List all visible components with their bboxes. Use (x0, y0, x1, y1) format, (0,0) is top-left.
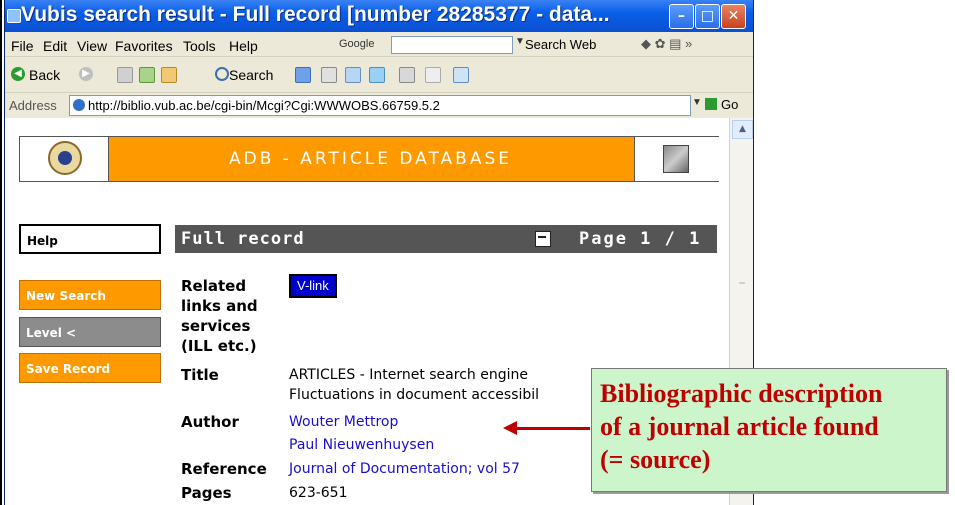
author-label: Author (181, 413, 239, 431)
menu-view[interactable]: View (77, 38, 107, 54)
toolbar-overflow-icon[interactable]: ◆ ✿ ▤ » (641, 36, 692, 52)
favorites-icon[interactable] (295, 67, 311, 83)
annotation-arrow-line (515, 427, 590, 430)
menu-favorites[interactable]: Favorites (115, 38, 173, 54)
site-header: ADB - ARTICLE DATABASE (19, 136, 719, 182)
back-arrow-icon[interactable]: ◀ (11, 67, 25, 81)
annotation-callout: Bibliographic description of a journal a… (591, 368, 947, 492)
media-icon[interactable] (321, 67, 337, 83)
page-indicator: Page 1 / 1 (579, 229, 702, 249)
google-search-input[interactable] (391, 36, 513, 54)
menu-tools[interactable]: Tools (183, 38, 216, 54)
author-link-2[interactable]: Paul Nieuwenhuysen (289, 435, 434, 455)
seal-icon (48, 141, 82, 175)
search-button[interactable]: Search (229, 67, 273, 83)
menu-help[interactable]: Help (229, 38, 258, 54)
chevron-down-icon[interactable]: ▼ (515, 36, 525, 47)
go-arrow-icon[interactable] (705, 98, 717, 110)
address-bar: Address http://biblio.vub.ac.be/cgi-bin/… (5, 93, 753, 117)
books-icon (663, 145, 689, 173)
forward-arrow-icon[interactable]: ▶ (79, 67, 93, 81)
callout-line-2: of a journal article found (600, 412, 879, 441)
stop-icon[interactable] (117, 67, 133, 83)
refresh-icon[interactable] (139, 67, 155, 83)
chevron-down-icon[interactable]: ▼ (692, 97, 702, 108)
scroll-up-icon[interactable]: ▲ (732, 120, 753, 139)
maximize-button[interactable]: □ (695, 4, 720, 29)
title-bar: Vubis search result - Full record [numbe… (5, 0, 753, 32)
pages-value: 623-651 (289, 485, 348, 501)
callout-line-3: (= source) (600, 445, 711, 474)
print-icon[interactable] (535, 231, 551, 247)
minimize-button[interactable]: – (669, 4, 694, 29)
history-icon[interactable] (345, 67, 361, 83)
annotation-arrow-icon (503, 421, 517, 435)
ie-icon (7, 9, 21, 23)
save-record-button[interactable]: Save Record (19, 353, 161, 383)
search-icon[interactable] (215, 67, 229, 81)
print-icon[interactable] (399, 67, 415, 83)
left-border (0, 0, 2, 505)
search-web-button[interactable]: Search Web (525, 37, 596, 52)
menu-edit[interactable]: Edit (43, 38, 67, 54)
menu-bar: File Edit View Favorites Tools Help Goog… (5, 32, 753, 57)
menu-file[interactable]: File (11, 38, 34, 54)
reference-label: Reference (181, 460, 267, 478)
library-logo (634, 137, 719, 181)
window-title: Vubis search result - Full record [numbe… (21, 3, 610, 26)
title-value: ARTICLES - Internet search engine Fluctu… (289, 367, 540, 403)
university-logo (20, 137, 109, 181)
author-link-1[interactable]: Wouter Mettrop (289, 412, 398, 432)
help-button[interactable]: Help (19, 224, 161, 254)
level-up-button[interactable]: Level < (19, 317, 161, 347)
page-icon (73, 99, 85, 111)
close-button[interactable]: ✕ (721, 4, 746, 29)
related-links-label: Related links and services (ILL etc.) (181, 277, 258, 355)
back-button[interactable]: Back (29, 67, 60, 83)
address-label: Address (9, 98, 57, 113)
address-input[interactable]: http://biblio.vub.ac.be/cgi-bin/Mcgi?Cgi… (69, 95, 691, 116)
messenger-icon[interactable] (453, 67, 469, 83)
mail-icon[interactable] (369, 67, 385, 83)
pages-label: Pages (181, 484, 232, 502)
address-url: http://biblio.vub.ac.be/cgi-bin/Mcgi?Cgi… (88, 98, 440, 113)
go-button[interactable]: Go (721, 97, 738, 112)
site-title: ADB - ARTICLE DATABASE (228, 149, 513, 169)
standard-toolbar: ◀ Back ▶ Search (5, 57, 753, 93)
edit-icon[interactable] (425, 67, 441, 83)
new-search-button[interactable]: New Search (19, 280, 161, 310)
record-title: Full record (181, 229, 305, 249)
record-header-bar: Full record Page 1 / 1 (175, 225, 717, 253)
callout-line-1: Bibliographic description (600, 379, 883, 408)
home-icon[interactable] (161, 67, 177, 83)
reference-link[interactable]: Journal of Documentation; vol 57 (289, 459, 520, 479)
scroll-thumb[interactable] (739, 282, 745, 284)
title-label: Title (181, 366, 219, 384)
vlink-button[interactable]: V-link (289, 274, 337, 298)
google-toolbar-logo[interactable]: Google (339, 36, 391, 53)
